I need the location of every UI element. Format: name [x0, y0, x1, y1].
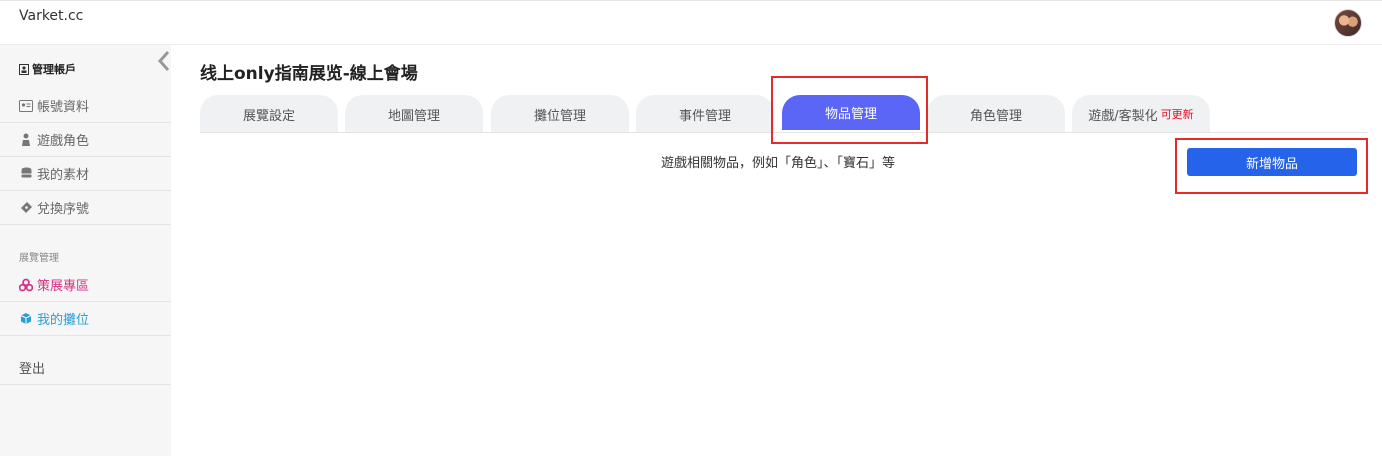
- exhibit-section-header: 展覽管理: [19, 253, 59, 264]
- ticket-icon: [19, 201, 33, 215]
- sidebar-item-curation[interactable]: 策展專區: [0, 268, 171, 302]
- tab-game-customization[interactable]: 遊戲/客製化 可更新: [1072, 95, 1210, 133]
- top-bar: Varket.cc: [0, 0, 1382, 45]
- chevron-left-icon[interactable]: [155, 48, 173, 74]
- sidebar-item-redeem-code[interactable]: 兌換序號: [0, 191, 171, 225]
- tab-label: 攤位管理: [533, 108, 586, 124]
- tab-event-management[interactable]: 事件管理: [636, 95, 774, 133]
- account-section-header: 管理帳戶: [19, 61, 76, 77]
- cube-icon: [19, 312, 33, 326]
- tab-divider: [200, 132, 1368, 133]
- sidebar: 管理帳戶 帳號資料 遊戲角色 我的素材 兌換序號 展覽管理 策展專區 我的攤位 …: [0, 45, 171, 456]
- tab-label: 遊戲/客製化: [1088, 108, 1158, 124]
- id-card-icon: [19, 99, 33, 113]
- sidebar-item-account-info[interactable]: 帳號資料: [0, 89, 171, 123]
- tab-label: 展覽設定: [242, 108, 295, 124]
- person-icon: [19, 133, 33, 147]
- tab-exhibition-settings[interactable]: 展覽設定: [200, 95, 338, 133]
- sidebar-item-label: 我的攤位: [37, 313, 90, 328]
- user-card-icon: [19, 63, 29, 75]
- tab-label: 地圖管理: [387, 108, 440, 124]
- items-hint-text: 遊戲相關物品，例如「角色」、「寶石」等: [660, 156, 895, 171]
- update-badge: 可更新: [1160, 108, 1194, 121]
- sidebar-item-label: 遊戲角色: [37, 134, 90, 149]
- sidebar-item-logout[interactable]: 登出: [0, 351, 171, 385]
- tab-character-management[interactable]: 角色管理: [927, 95, 1065, 133]
- account-section-label: 管理帳戶: [32, 63, 76, 76]
- tab-map-management[interactable]: 地圖管理: [345, 95, 483, 133]
- brand-logo[interactable]: Varket.cc: [19, 8, 83, 24]
- page-title: 线上only指南展览-線上會場: [200, 64, 418, 84]
- tab-booth-management[interactable]: 攤位管理: [491, 95, 629, 133]
- sidebar-item-my-booth[interactable]: 我的攤位: [0, 302, 171, 336]
- tab-label: 物品管理: [824, 107, 877, 122]
- tab-label: 事件管理: [678, 108, 731, 124]
- add-item-button[interactable]: 新增物品: [1187, 148, 1357, 176]
- tab-item-management[interactable]: 物品管理: [782, 95, 920, 130]
- cubes-icon: [19, 278, 33, 292]
- sidebar-item-label: 策展專區: [37, 279, 90, 294]
- sidebar-item-label: 兌換序號: [37, 202, 90, 217]
- tab-label: 角色管理: [969, 108, 1022, 124]
- sidebar-item-label: 帳號資料: [37, 100, 90, 115]
- sidebar-item-label: 登出: [19, 362, 46, 377]
- avatar[interactable]: [1334, 9, 1362, 37]
